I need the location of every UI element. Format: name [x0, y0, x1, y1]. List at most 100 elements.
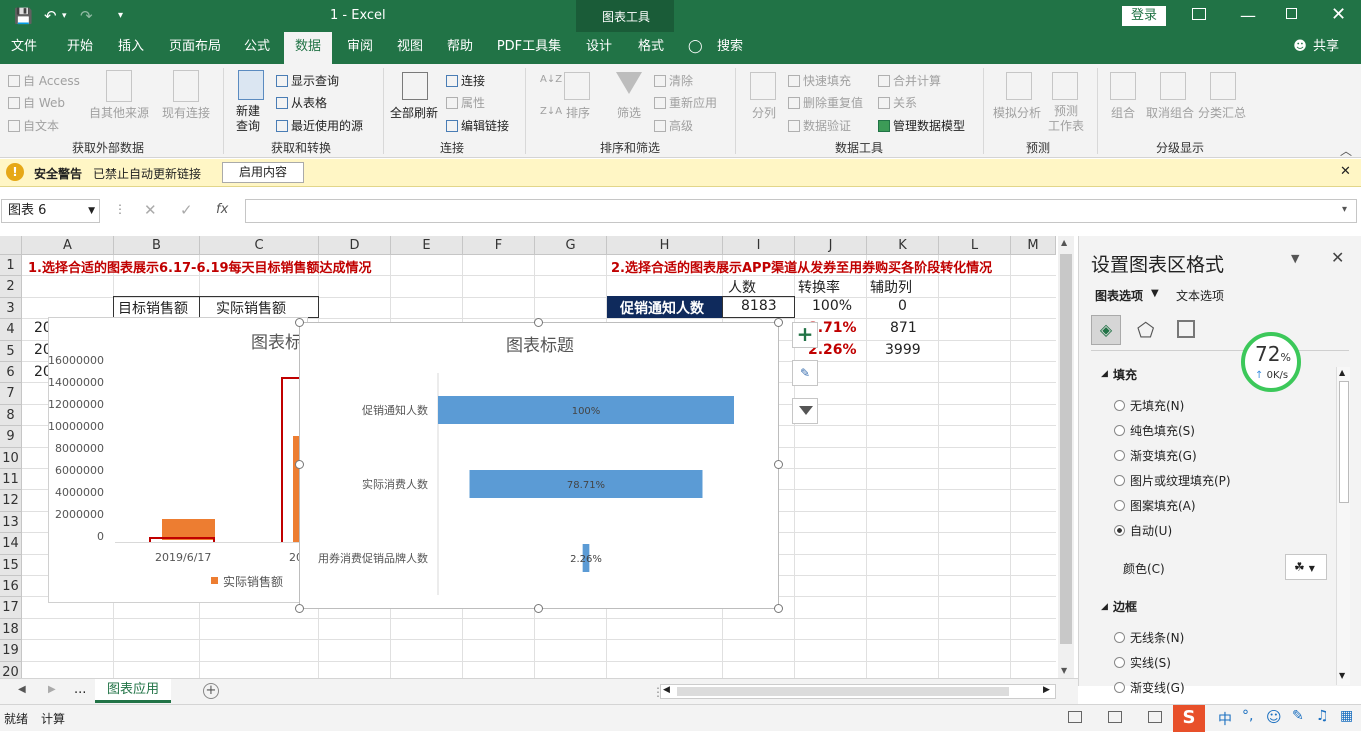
border-collapse-icon[interactable]: ◢ — [1101, 602, 1108, 612]
status-calculate[interactable]: 计算 — [41, 710, 65, 727]
formula-input[interactable] — [245, 199, 1357, 223]
cell-i3[interactable]: 8183 — [741, 298, 777, 314]
tab-help[interactable]: 帮助 — [436, 32, 484, 64]
tab-pdf-tools[interactable]: PDF工具集 — [490, 32, 568, 64]
sort-button[interactable]: 排序 — [566, 104, 590, 121]
heading-sales-target[interactable]: 1.选择合适的图表展示6.17-6.19每天目标销售额达成情况 — [28, 257, 372, 276]
vertical-scroll-thumb[interactable] — [1060, 254, 1072, 644]
text-to-columns-button[interactable]: 分列 — [752, 104, 776, 121]
more-sheets-button[interactable]: ... — [74, 682, 86, 697]
cell-k3[interactable]: 0 — [898, 298, 907, 314]
data-validation-button[interactable]: 数据验证 — [788, 117, 851, 134]
fill-section-header[interactable]: 填充 — [1113, 366, 1137, 383]
what-if-button[interactable]: 模拟分析 — [993, 104, 1041, 121]
horizontal-scroll-thumb[interactable] — [677, 687, 1009, 696]
tab-data[interactable]: 数据 — [284, 32, 332, 64]
border-option-label[interactable]: 实线(S) — [1130, 654, 1171, 671]
fill-radio[interactable] — [1114, 425, 1125, 436]
resize-handle-tl[interactable] — [295, 318, 304, 327]
login-button[interactable]: 登录 — [1122, 6, 1166, 26]
enable-content-button[interactable]: 启用内容 — [222, 162, 304, 183]
resize-handle-tr[interactable] — [774, 318, 783, 327]
clear-button[interactable]: 清除 — [654, 72, 693, 89]
column-header-k[interactable]: K — [867, 236, 939, 255]
tab-home[interactable]: 开始 — [56, 32, 104, 64]
row-header-18[interactable]: 18 — [0, 618, 22, 641]
share-button[interactable]: 共享 — [1310, 32, 1342, 64]
normal-view-icon[interactable] — [1068, 711, 1082, 723]
from-access-button[interactable]: 自 Access — [8, 72, 80, 89]
resize-handle-bl[interactable] — [295, 604, 304, 613]
border-section-header[interactable]: 边框 — [1113, 598, 1137, 615]
cell-j2[interactable]: 转换率 — [798, 277, 840, 297]
subtotal-button[interactable]: 分类汇总 — [1198, 104, 1246, 121]
add-sheet-icon[interactable]: + — [203, 683, 219, 699]
fill-option-label[interactable]: 无填充(N) — [1130, 397, 1184, 414]
sort-desc-icon[interactable]: Z↓A — [540, 106, 562, 117]
name-box-dropdown-icon[interactable]: ▼ — [88, 200, 95, 222]
column-header-m[interactable]: M — [1011, 236, 1056, 255]
show-queries-button[interactable]: 显示查询 — [276, 72, 339, 89]
connections-button[interactable]: 连接 — [446, 72, 485, 89]
group-button[interactable]: 组合 — [1111, 104, 1135, 121]
cell-h3[interactable]: 促销通知人数 — [620, 298, 704, 318]
scroll-up-icon[interactable]: ▲ — [1061, 238, 1067, 247]
row-header-9[interactable]: 9 — [0, 426, 22, 448]
new-query-button[interactable]: 新建 查询 — [236, 104, 260, 134]
row-header-2[interactable]: 2 — [0, 276, 22, 298]
next-sheet-icon[interactable]: ▶ — [48, 684, 56, 695]
row-header-5[interactable]: 5 — [0, 340, 22, 362]
expand-formula-icon[interactable]: ▾ — [1342, 204, 1347, 215]
prev-sheet-icon[interactable]: ◀ — [18, 684, 26, 695]
sheet-tab-active[interactable]: 图表应用 — [95, 679, 171, 703]
chart-styles-button[interactable]: ✎ — [792, 360, 818, 386]
from-table-button[interactable]: 从表格 — [276, 94, 327, 111]
row-header-13[interactable]: 13 — [0, 511, 22, 534]
reapply-button[interactable]: 重新应用 — [654, 94, 717, 111]
column-header-f[interactable]: F — [463, 236, 535, 255]
cell-k5[interactable]: 3999 — [885, 342, 921, 358]
row-header-20[interactable]: 20 — [0, 661, 22, 678]
flash-fill-button[interactable]: 快速填充 — [788, 72, 851, 89]
pane-scrollbar[interactable]: ▲ ▼ — [1336, 367, 1350, 685]
row-header-11[interactable]: 11 — [0, 469, 22, 491]
pane-options-icon[interactable]: ▼ — [1291, 252, 1299, 265]
chart-filters-button[interactable] — [792, 398, 818, 424]
properties-button[interactable]: 属性 — [446, 94, 485, 111]
ribbon-display-icon[interactable] — [1192, 8, 1206, 20]
fill-radio[interactable] — [1114, 450, 1125, 461]
border-option-label[interactable]: 渐变线(G) — [1130, 679, 1185, 696]
size-properties-icon[interactable] — [1177, 320, 1195, 338]
fill-radio[interactable] — [1114, 400, 1125, 411]
page-break-view-icon[interactable] — [1148, 711, 1162, 723]
pane-close-icon[interactable]: ✕ — [1331, 248, 1344, 267]
recent-sources-button[interactable]: 最近使用的源 — [276, 117, 363, 134]
from-text-button[interactable]: 自文本 — [8, 117, 59, 134]
column-header-d[interactable]: D — [319, 236, 391, 255]
tab-design[interactable]: 设计 — [576, 32, 622, 64]
border-radio[interactable] — [1114, 657, 1125, 668]
chart-options-dropdown-icon[interactable]: ▼ — [1151, 288, 1159, 299]
close-icon[interactable]: ✕ — [1331, 4, 1346, 25]
column-header-b[interactable]: B — [114, 236, 200, 255]
sort-asc-icon[interactable]: A↓Z — [540, 74, 562, 85]
column-header-c[interactable]: C — [200, 236, 319, 255]
scroll-right-icon[interactable]: ▶ — [1043, 685, 1050, 695]
enter-icon[interactable]: ✓ — [180, 201, 193, 219]
fill-collapse-icon[interactable]: ◢ — [1101, 369, 1108, 379]
customize-qat-icon[interactable]: ▾ — [118, 0, 123, 32]
collapse-ribbon-icon[interactable]: ︿ — [1340, 142, 1352, 159]
fill-option-label[interactable]: 纯色填充(S) — [1130, 422, 1195, 439]
sales-chart[interactable]: 图表标 16000000 14000000 12000000 10000000 8000… — [48, 317, 309, 603]
color-picker-button[interactable]: ☘ ▼ — [1285, 554, 1327, 580]
row-header-12[interactable]: 12 — [0, 490, 22, 512]
column-header-e[interactable]: E — [391, 236, 463, 255]
row-header-19[interactable]: 19 — [0, 640, 22, 662]
row-header-14[interactable]: 14 — [0, 533, 22, 555]
ime-emoji-icon[interactable]: ☺ — [1266, 708, 1282, 726]
ime-handwrite-icon[interactable]: ✎ — [1292, 708, 1304, 724]
consolidate-button[interactable]: 合并计算 — [878, 72, 941, 89]
column-header-g[interactable]: G — [535, 236, 607, 255]
horizontal-scrollbar[interactable]: ◀ ▶ — [660, 684, 1056, 699]
row-header-4[interactable]: 4 — [0, 319, 22, 341]
